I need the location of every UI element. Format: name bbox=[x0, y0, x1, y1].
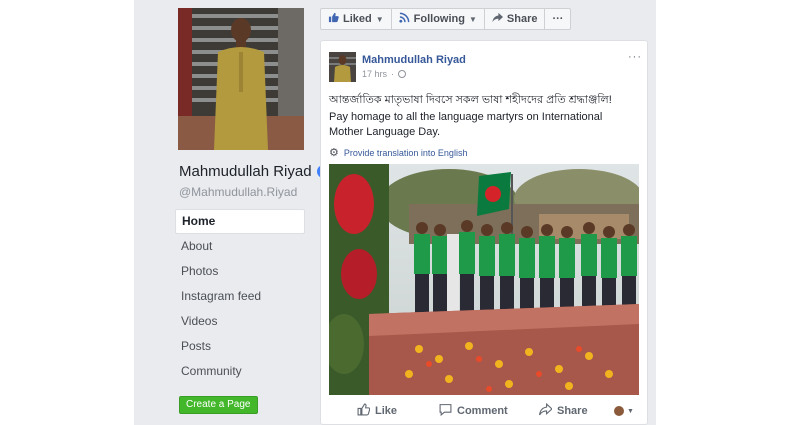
post-timestamp[interactable]: 17 hrs bbox=[362, 69, 387, 79]
post-avatar[interactable] bbox=[329, 52, 356, 82]
nav-item-about[interactable]: About bbox=[175, 234, 305, 259]
more-dots-icon: ··· bbox=[552, 13, 564, 25]
page-action-bar: Liked ▼ Following ▼ Share ··· bbox=[320, 8, 572, 30]
post-options-icon[interactable]: ··· bbox=[628, 51, 642, 63]
page-nav: Home About Photos Instagram feed Videos … bbox=[175, 209, 305, 384]
share-page-button[interactable]: Share bbox=[485, 9, 546, 29]
share-arrow-icon bbox=[539, 402, 553, 419]
dot-separator: · bbox=[391, 69, 395, 79]
nav-item-instagram-feed[interactable]: Instagram feed bbox=[175, 284, 305, 309]
share-arrow-icon bbox=[492, 12, 503, 26]
page-canvas: Mahmudullah Riyad ✓ @Mahmudullah.Riyad H… bbox=[0, 0, 790, 425]
post-author-link[interactable]: Mahmudullah Riyad bbox=[362, 54, 466, 66]
like-button[interactable]: Like bbox=[357, 403, 397, 419]
comment-icon bbox=[439, 403, 452, 419]
page-handle[interactable]: @Mahmudullah.Riyad bbox=[179, 185, 297, 199]
post-avatar-image bbox=[329, 52, 356, 82]
share-post-label: Share bbox=[557, 405, 588, 417]
nav-item-community[interactable]: Community bbox=[175, 359, 305, 384]
gear-icon: ⚙ bbox=[329, 147, 339, 159]
profile-photo-image bbox=[178, 8, 304, 150]
following-label: Following bbox=[413, 13, 465, 25]
thumbs-up-icon bbox=[357, 403, 371, 419]
caret-down-icon: ▼ bbox=[627, 407, 634, 415]
nav-item-posts[interactable]: Posts bbox=[175, 334, 305, 359]
nav-item-videos[interactable]: Videos bbox=[175, 309, 305, 334]
post-photo[interactable] bbox=[329, 164, 639, 395]
mini-avatar bbox=[614, 406, 624, 416]
post-actions: Like Comment Share ▼ bbox=[329, 400, 639, 422]
rss-icon bbox=[399, 12, 410, 26]
share-post-button[interactable]: Share bbox=[539, 402, 588, 419]
profile-photo[interactable] bbox=[178, 8, 304, 150]
liked-label: Liked bbox=[343, 13, 372, 25]
like-label: Like bbox=[375, 405, 398, 417]
create-page-button[interactable]: Create a Page bbox=[179, 396, 258, 414]
page-name-text: Mahmudullah Riyad bbox=[179, 163, 312, 180]
globe-icon[interactable] bbox=[398, 70, 407, 78]
post-as-selector[interactable]: ▼ bbox=[614, 406, 634, 416]
post-photo-image bbox=[329, 164, 639, 395]
translate-link[interactable]: ⚙ Provide translation into English bbox=[329, 146, 467, 159]
share-label: Share bbox=[506, 13, 538, 25]
liked-button[interactable]: Liked ▼ bbox=[321, 9, 392, 29]
following-button[interactable]: Following ▼ bbox=[392, 9, 485, 29]
post-meta: 17 hrs · bbox=[362, 69, 407, 79]
post-text-english: Pay homage to all the language martyrs o… bbox=[329, 111, 603, 138]
caret-down-icon: ▼ bbox=[375, 14, 384, 24]
comment-button[interactable]: Comment bbox=[439, 403, 508, 419]
thumbs-up-icon bbox=[328, 12, 339, 26]
page-name[interactable]: Mahmudullah Riyad ✓ bbox=[179, 163, 330, 180]
comment-label: Comment bbox=[457, 405, 508, 417]
post-text-bengali: আন্তর্জাতিক মাতৃভাষা দিবসে সকল ভাষা শহীদ… bbox=[329, 94, 612, 106]
nav-item-home[interactable]: Home bbox=[175, 209, 305, 234]
nav-item-photos[interactable]: Photos bbox=[175, 259, 305, 284]
more-options-button[interactable]: ··· bbox=[545, 9, 570, 29]
caret-down-icon: ▼ bbox=[468, 14, 477, 24]
translate-label: Provide translation into English bbox=[343, 147, 468, 158]
